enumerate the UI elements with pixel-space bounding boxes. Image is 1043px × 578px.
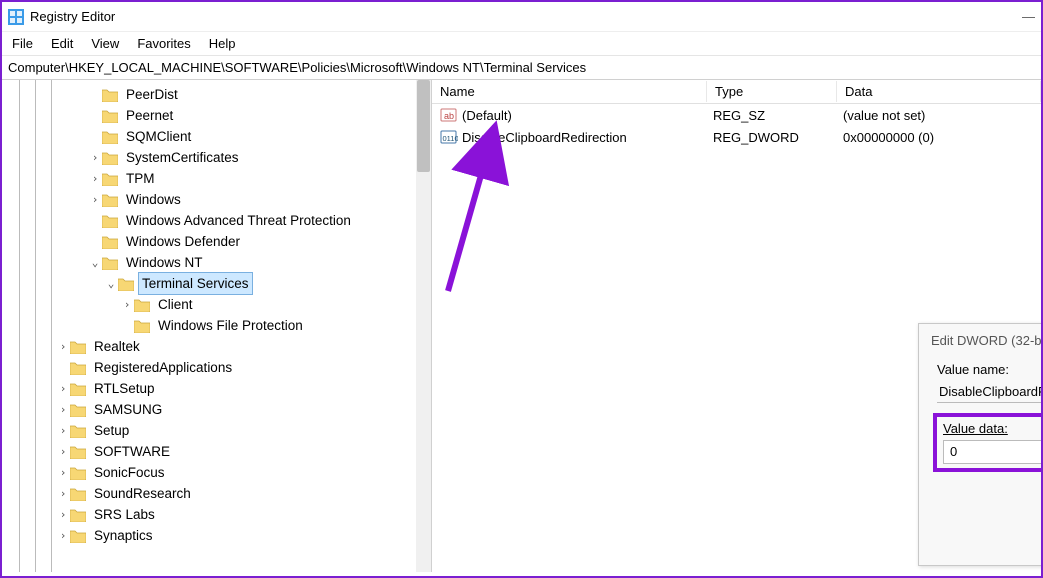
tree-scrollbar[interactable] [416,80,431,572]
content-area: ·PeerDist·Peernet·SQMClient›SystemCertif… [2,80,1041,572]
value-name-label: Value name: [937,362,1041,377]
tree-item-label: SOFTWARE [90,441,174,462]
tree-item-label: Terminal Services [138,272,253,295]
tree-item[interactable]: ·Peernet [8,105,431,126]
chevron-right-icon[interactable]: › [56,462,70,483]
chevron-right-icon[interactable]: › [88,189,102,210]
chevron-right-icon[interactable]: › [56,378,70,399]
tree-item[interactable]: › SOFTWARE [8,441,431,462]
tree-item[interactable]: › Setup [8,420,431,441]
tree-item[interactable]: › SoundResearch [8,483,431,504]
cell-name: (Default) [462,108,705,123]
chevron-right-icon[interactable]: › [56,336,70,357]
chevron-down-icon[interactable]: ⌄ [88,252,102,273]
tree-item-label: RTLSetup [90,378,159,399]
tree-item-label: SystemCertificates [122,147,243,168]
dialog-title: Edit DWORD (32-bit) Value [931,333,1041,348]
tree-item-label: Windows NT [122,252,207,273]
cell-type: REG_DWORD [705,130,835,145]
tree-item-label: Realtek [90,336,144,357]
tree-item[interactable]: › TPM [8,168,431,189]
tree-item-label: SRS Labs [90,504,159,525]
menu-view[interactable]: View [91,36,119,51]
col-header-data[interactable]: Data [837,81,1041,102]
svg-text:0110: 0110 [443,134,459,143]
tree-item-label: Client [154,294,197,315]
tree-item[interactable]: › SystemCertificates [8,147,431,168]
tree-item-label: SQMClient [122,126,195,147]
list-pane[interactable]: Name Type Data ab (Default)REG_SZ(value n… [432,80,1041,572]
titlebar: Registry Editor — [2,2,1041,32]
value-data-label: Value data: [943,421,1041,436]
address-bar[interactable]: Computer\HKEY_LOCAL_MACHINE\SOFTWARE\Pol… [2,56,1041,80]
chevron-right-icon[interactable]: › [120,294,134,315]
regedit-icon [8,9,24,25]
chevron-right-icon[interactable]: › [56,399,70,420]
value-data-input[interactable]: 0 [943,440,1041,464]
tree-item[interactable]: › RTLSetup [8,378,431,399]
tree-item[interactable]: › Client [8,294,431,315]
tree-item[interactable]: › Realtek [8,336,431,357]
tree-item-label: Windows Defender [122,231,244,252]
edit-dword-dialog: Edit DWORD (32-bit) Value ✕ Value name: … [918,323,1041,566]
tree-pane[interactable]: ·PeerDist·Peernet·SQMClient›SystemCertif… [2,80,432,572]
tree-item[interactable]: › SRS Labs [8,504,431,525]
chevron-right-icon[interactable]: › [56,525,70,546]
cell-data: (value not set) [835,108,1041,123]
tree-item[interactable]: ·RegisteredApplications [8,357,431,378]
tree-item-label: RegisteredApplications [90,357,236,378]
minimize-button[interactable]: — [1022,9,1035,24]
tree-item-label: TPM [122,168,159,189]
menu-favorites[interactable]: Favorites [137,36,190,51]
chevron-right-icon[interactable]: › [56,483,70,504]
tree-item-label: Windows Advanced Threat Protection [122,210,355,231]
tree-item[interactable]: › Windows [8,189,431,210]
tree-item[interactable]: ·SQMClient [8,126,431,147]
window-title: Registry Editor [30,9,115,24]
tree-item[interactable]: ·PeerDist [8,84,431,105]
list-row[interactable]: ab (Default)REG_SZ(value not set) [432,104,1041,126]
tree-item-label: Peernet [122,105,177,126]
tree-item[interactable]: › Synaptics [8,525,431,546]
svg-text:ab: ab [444,111,454,121]
tree-item-label: SAMSUNG [90,399,166,420]
chevron-right-icon[interactable]: › [88,168,102,189]
col-header-name[interactable]: Name [432,81,707,102]
cell-data: 0x00000000 (0) [835,130,1041,145]
cell-type: REG_SZ [705,108,835,123]
scrollbar-thumb[interactable] [417,80,430,172]
tree-item[interactable]: ·Windows Advanced Threat Protection [8,210,431,231]
menu-help[interactable]: Help [209,36,236,51]
chevron-right-icon[interactable]: › [56,420,70,441]
tree-item[interactable]: ⌄ Windows NT [8,252,431,273]
tree-item[interactable]: › SAMSUNG [8,399,431,420]
tree-item[interactable]: ⌄ Terminal Services [8,273,431,294]
tree-item-label: PeerDist [122,84,182,105]
tree-item-label: Windows [122,189,185,210]
col-header-type[interactable]: Type [707,81,837,102]
tree-item[interactable]: ·Windows Defender [8,231,431,252]
menubar: File Edit View Favorites Help [2,32,1041,56]
tree-item-label: Synaptics [90,525,157,546]
tree-item-label: SonicFocus [90,462,169,483]
tree-item-label: Setup [90,420,133,441]
chevron-right-icon[interactable]: › [88,147,102,168]
tree-item[interactable]: ·Windows File Protection [8,315,431,336]
chevron-right-icon[interactable]: › [56,441,70,462]
menu-edit[interactable]: Edit [51,36,73,51]
chevron-down-icon[interactable]: ⌄ [104,273,118,294]
tree-item-label: SoundResearch [90,483,195,504]
tree-item-label: Windows File Protection [154,315,307,336]
list-header: Name Type Data [432,80,1041,104]
chevron-right-icon[interactable]: › [56,504,70,525]
menu-file[interactable]: File [12,36,33,51]
cell-name: DisableClipboardRedirection [462,130,705,145]
list-row[interactable]: 0110DisableClipboardRedirectionREG_DWORD… [432,126,1041,148]
value-name-field[interactable]: DisableClipboardRedirection [937,381,1041,403]
tree-item[interactable]: › SonicFocus [8,462,431,483]
